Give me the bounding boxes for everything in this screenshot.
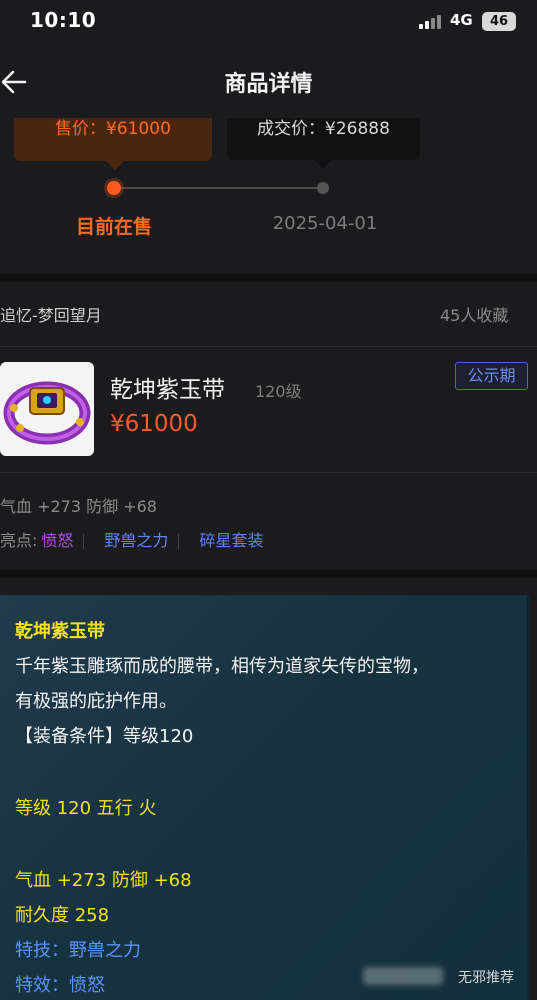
- sale-tag-pointer: [105, 160, 125, 170]
- tooltip-desc: 有极强的庇护作用。: [15, 691, 177, 712]
- timeline-past-date: 2025-04-01: [272, 213, 378, 234]
- tooltip-level-element: 等级 120 五行 火: [15, 798, 157, 819]
- item-level: 120级: [255, 382, 302, 401]
- signal-icon: [419, 15, 443, 29]
- deal-tag-pointer: [313, 159, 333, 169]
- highlights-label: 亮点:: [0, 531, 38, 550]
- favorites-count[interactable]: 45人收藏: [440, 302, 508, 326]
- highlights-row: 亮点: 愤怒 野兽之力 碎星套装: [0, 527, 263, 551]
- timeline-dot-past: [317, 182, 329, 194]
- divider: [0, 472, 537, 473]
- sale-price-label: 售价：¥61000: [55, 119, 171, 139]
- tooltip-skill: 特技：野兽之力: [15, 940, 141, 961]
- timeline-line: [114, 187, 323, 189]
- tooltip-effect: 特效：愤怒: [15, 975, 105, 996]
- item-name: 乾坤紫玉带: [110, 377, 225, 403]
- item-price: ¥61000: [110, 411, 198, 437]
- tooltip-desc: 千年紫玉雕琢而成的腰带，相传为道家失传的宝物，: [15, 656, 429, 677]
- deal-price-label: 成交价：¥26888: [257, 119, 390, 139]
- highlight-tag[interactable]: 野兽之力: [104, 531, 168, 550]
- tooltip-attrs: 气血 +273 防御 +68: [15, 870, 192, 891]
- server-name: 追忆-梦回望月: [0, 306, 102, 325]
- item-stats: 气血 +273 防御 +68: [0, 497, 157, 516]
- watermark-logo: [363, 967, 443, 985]
- network-type: 4G: [450, 11, 473, 29]
- timeline-dot-current: [107, 181, 121, 195]
- status-badge: 公示期: [455, 362, 528, 390]
- item-thumbnail[interactable]: [0, 362, 94, 456]
- battery-icon: 46: [482, 12, 516, 31]
- watermark-text: 无邪推荐: [458, 970, 514, 986]
- highlight-tag[interactable]: 碎星套装: [199, 531, 263, 550]
- status-time: 10:10: [30, 8, 97, 32]
- section-divider: [0, 274, 537, 282]
- divider: [0, 346, 537, 347]
- highlight-tag[interactable]: 愤怒: [41, 531, 73, 550]
- section-divider: [0, 570, 537, 578]
- tooltip-requirement: 【装备条件】等级120: [15, 726, 194, 747]
- tooltip-durability: 耐久度 258: [15, 905, 110, 926]
- belt-icon: [3, 381, 91, 445]
- tooltip-title: 乾坤紫玉带: [15, 621, 105, 642]
- page-title: 商品详情: [224, 72, 313, 97]
- timeline-current-label: 目前在售: [75, 216, 152, 238]
- item-tooltip-panel: 乾坤紫玉带 千年紫玉雕琢而成的腰带，相传为道家失传的宝物， 有极强的庇护作用。 …: [0, 595, 530, 1000]
